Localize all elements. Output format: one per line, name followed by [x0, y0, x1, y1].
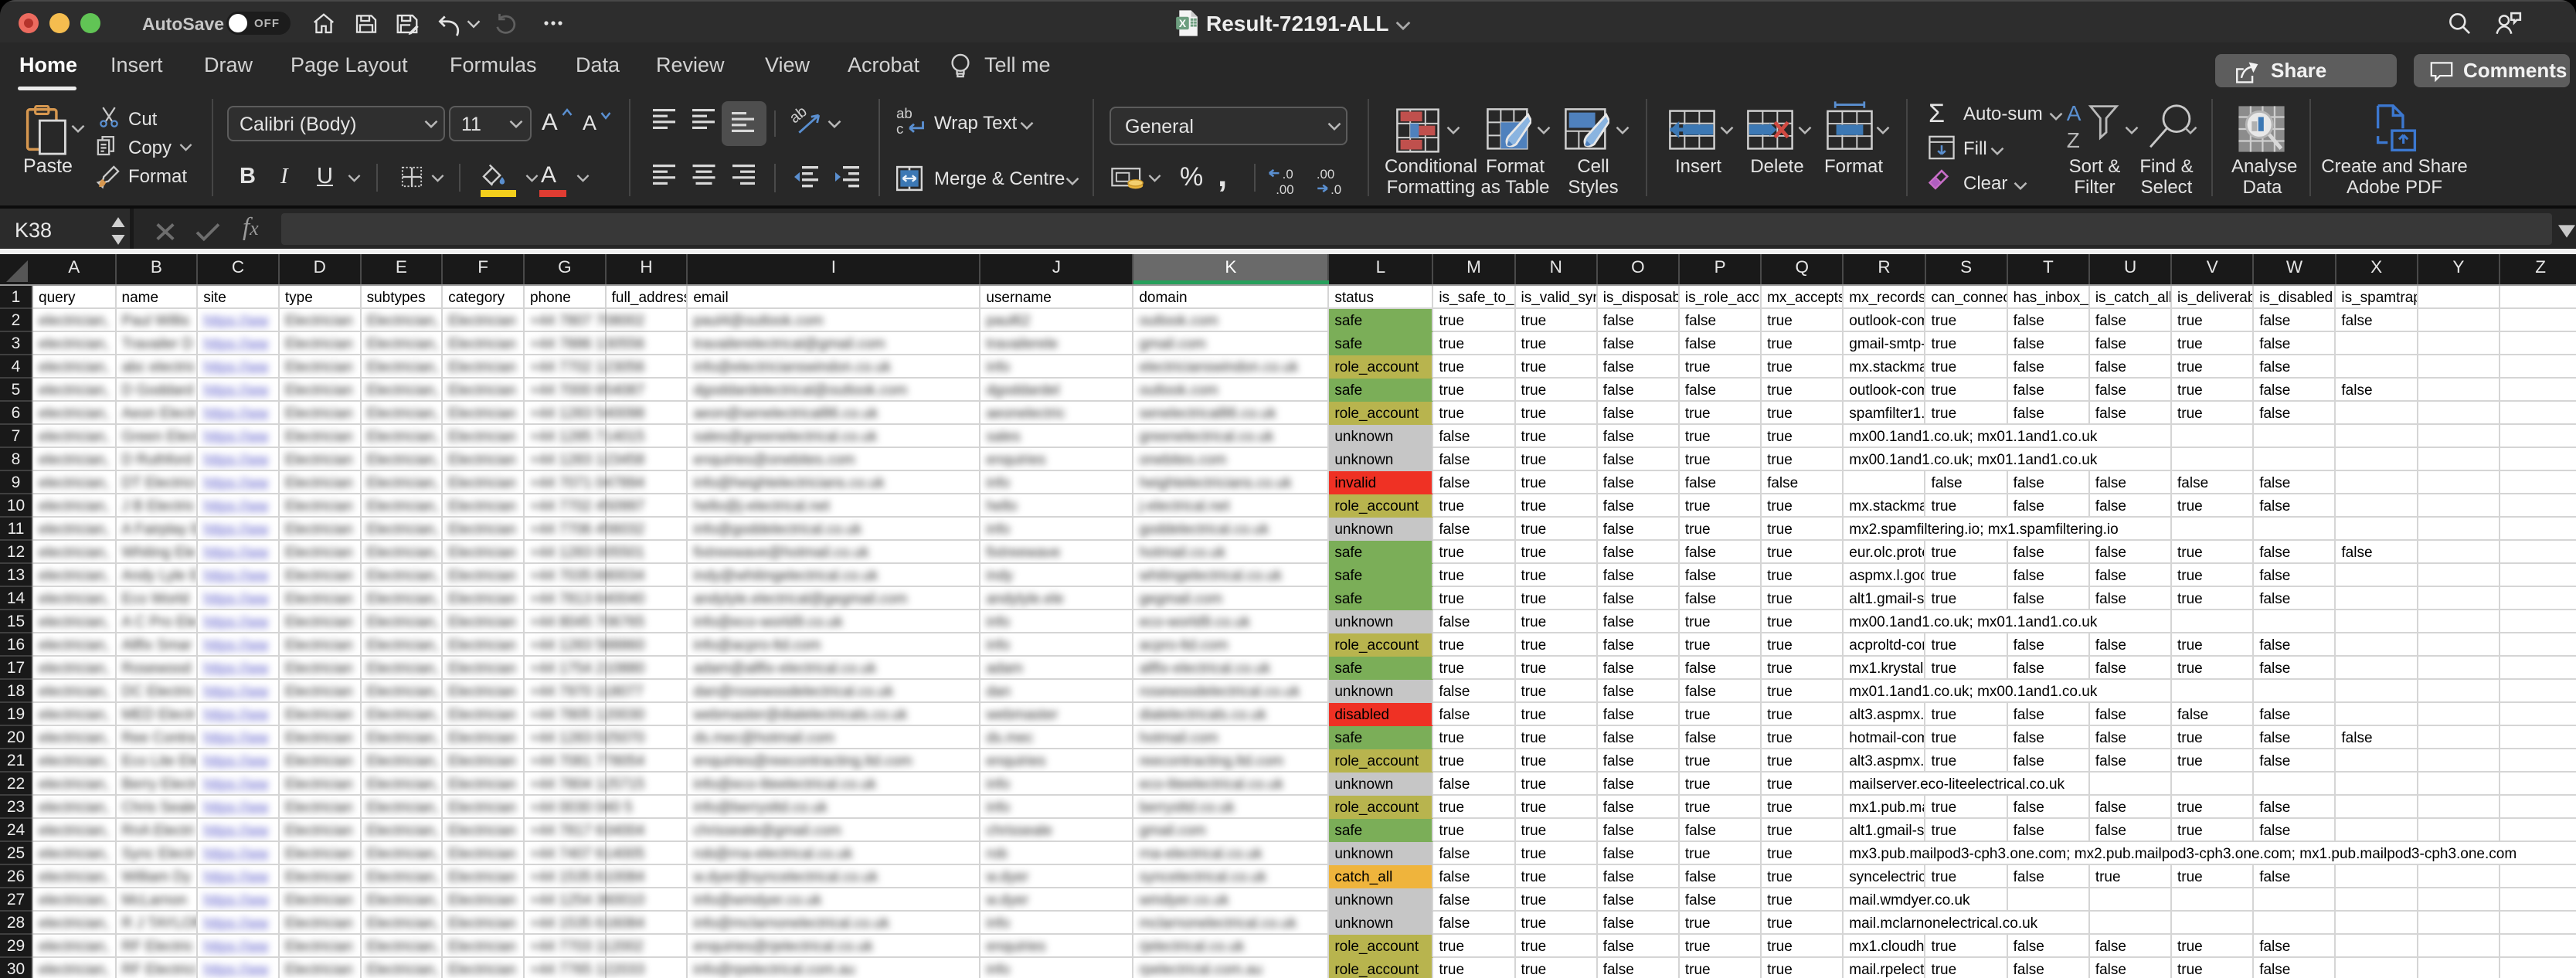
svg-text:.0: .0: [1283, 167, 1293, 182]
svg-text:.00: .00: [1317, 167, 1334, 182]
svg-text:X: X: [1179, 17, 1187, 29]
svg-text:c: c: [896, 121, 903, 137]
svg-text:A: A: [2067, 102, 2082, 125]
svg-text:.00: .00: [1276, 182, 1293, 196]
svg-text:Z: Z: [2067, 128, 2080, 152]
svg-text:ab: ab: [896, 105, 912, 121]
svg-text:.0: .0: [1330, 182, 1341, 196]
svg-text:ab: ab: [790, 104, 811, 127]
